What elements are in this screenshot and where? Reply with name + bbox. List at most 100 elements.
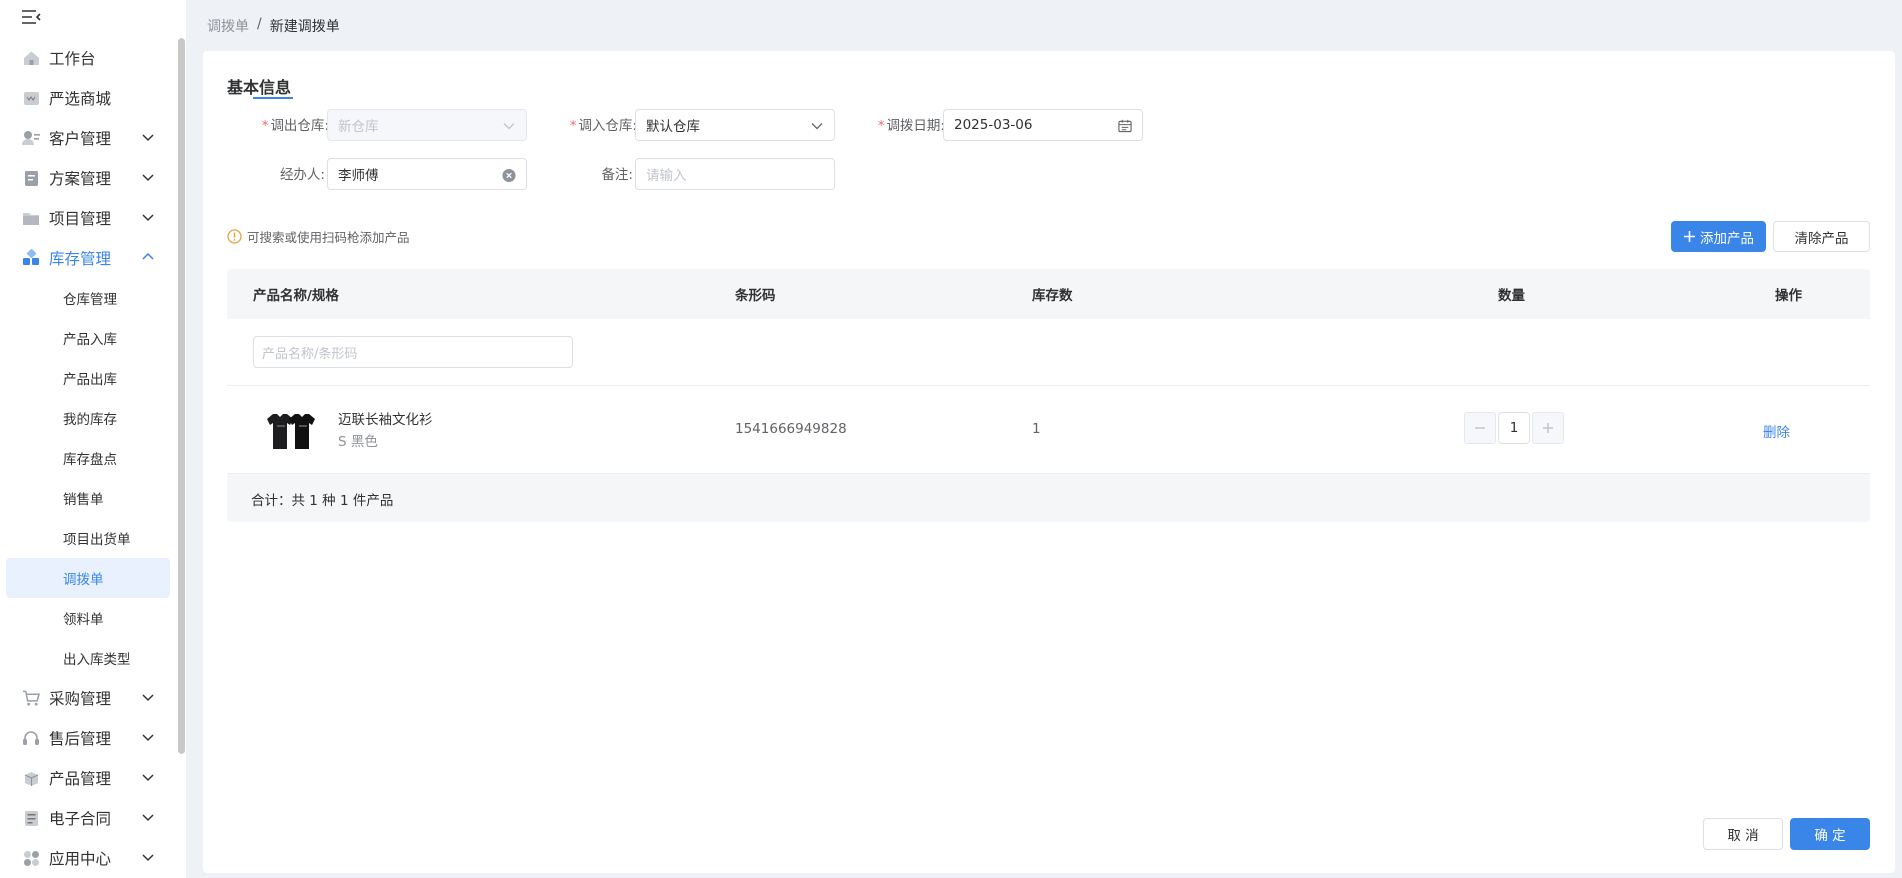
sidebar-subitem-project-shipment[interactable]: 项目出货单 bbox=[0, 518, 176, 558]
out-warehouse-placeholder: 新仓库 bbox=[338, 119, 379, 135]
chevron-down-icon bbox=[142, 174, 154, 182]
out-warehouse-select[interactable]: 新仓库 bbox=[327, 109, 527, 141]
product-stock: 1 bbox=[1032, 421, 1041, 437]
sidebar-item-purchasing[interactable]: 采购管理 bbox=[0, 678, 176, 718]
required-mark: * bbox=[877, 118, 885, 134]
chevron-down-icon bbox=[142, 734, 154, 742]
required-mark: * bbox=[261, 118, 269, 134]
sidebar-item-label: 售后管理 bbox=[49, 730, 112, 748]
clear-products-label: 清除产品 bbox=[1794, 230, 1849, 247]
sidebar-subitem-my-stock[interactable]: 我的库存 bbox=[0, 398, 176, 438]
header-actions: 操作 bbox=[1775, 288, 1802, 304]
cancel-button[interactable]: 取 消 bbox=[1703, 818, 1783, 850]
required-mark: * bbox=[569, 118, 577, 134]
sidebar-subitem-requisition[interactable]: 领料单 bbox=[0, 598, 176, 638]
table-row: 迈联长袖文化衫 S 黑色 1541666949828 1 1 删除 bbox=[227, 386, 1870, 474]
sidebar-item-products[interactable]: 产品管理 bbox=[0, 758, 176, 798]
sidebar-subitem-product-in[interactable]: 产品入库 bbox=[0, 318, 176, 358]
in-warehouse-select[interactable]: 默认仓库 bbox=[635, 109, 835, 141]
grid-icon bbox=[22, 249, 40, 267]
contract-icon bbox=[22, 809, 40, 827]
sidebar-item-plans[interactable]: 方案管理 bbox=[0, 158, 176, 198]
out-warehouse-label: * 调出仓库: bbox=[247, 114, 329, 134]
sidebar-scrollbar[interactable] bbox=[178, 38, 185, 754]
chevron-down-icon bbox=[142, 814, 154, 822]
document-icon bbox=[22, 169, 40, 187]
table-header: 产品名称/规格 条形码 库存数 数量 操作 bbox=[227, 269, 1870, 319]
sidebar-subitem-io-types[interactable]: 出入库类型 bbox=[0, 638, 176, 678]
remark-input[interactable]: 请输入 bbox=[635, 158, 835, 190]
quantity-stepper: 1 bbox=[1464, 412, 1564, 444]
chevron-down-icon bbox=[142, 774, 154, 782]
sidebar-item-app-center[interactable]: 应用中心 bbox=[0, 838, 176, 878]
plus-icon bbox=[1684, 231, 1695, 242]
chevron-up-icon bbox=[142, 252, 154, 260]
quantity-input[interactable]: 1 bbox=[1498, 412, 1530, 444]
add-product-label: 添加产品 bbox=[1700, 230, 1754, 247]
sidebar-item-after-sales[interactable]: 售后管理 bbox=[0, 718, 176, 758]
headset-icon bbox=[22, 729, 40, 747]
delete-row-link[interactable]: 删除 bbox=[1763, 421, 1790, 441]
handler-input[interactable]: 李师傅 bbox=[327, 158, 527, 190]
clear-icon[interactable] bbox=[502, 168, 516, 182]
product-search-input[interactable]: 产品名称/条形码 bbox=[253, 336, 573, 368]
sidebar-item-label: 产品管理 bbox=[49, 770, 112, 788]
sidebar-item-label: 项目管理 bbox=[49, 210, 112, 228]
add-product-button[interactable]: 添加产品 bbox=[1671, 221, 1766, 252]
scan-tip: 可搜索或使用扫码枪添加产品 bbox=[227, 227, 410, 246]
menu-collapse-icon[interactable] bbox=[20, 9, 44, 29]
sidebar-item-label: 客户管理 bbox=[49, 130, 112, 148]
warning-icon bbox=[227, 229, 242, 244]
cancel-label: 取 消 bbox=[1727, 828, 1759, 844]
chevron-down-icon bbox=[142, 854, 154, 862]
user-icon bbox=[22, 129, 40, 147]
transfer-date-picker[interactable]: 2025-03-06 bbox=[943, 109, 1143, 141]
decrease-button[interactable] bbox=[1464, 412, 1496, 444]
transfer-date-label: * 调拨日期: bbox=[863, 114, 945, 134]
sidebar-subitem-warehouse[interactable]: 仓库管理 bbox=[0, 278, 176, 318]
sidebar-item-label: 应用中心 bbox=[49, 850, 112, 868]
box-icon bbox=[22, 769, 40, 787]
handler-label: 经办人: bbox=[279, 167, 325, 183]
remark-placeholder: 请输入 bbox=[646, 168, 687, 184]
table-filter-row: 产品名称/条形码 bbox=[227, 319, 1870, 386]
sidebar-item-label: 库存管理 bbox=[49, 250, 112, 268]
table-summary: 合计：共 1 种 1 件产品 bbox=[227, 474, 1870, 522]
sidebar-item-workbench[interactable]: 工作台 bbox=[0, 38, 176, 78]
product-spec: S 黑色 bbox=[338, 434, 378, 450]
sidebar-item-label: 电子合同 bbox=[49, 810, 112, 828]
breadcrumb-current: 新建调拨单 bbox=[269, 19, 340, 35]
sidebar-subitem-product-out[interactable]: 产品出库 bbox=[0, 358, 176, 398]
sidebar-item-label: 严选商城 bbox=[49, 90, 112, 108]
chevron-down-icon bbox=[142, 694, 154, 702]
breadcrumb-parent-link[interactable]: 调拨单 bbox=[207, 16, 249, 36]
confirm-button[interactable]: 确 定 bbox=[1790, 818, 1870, 850]
sidebar-item-inventory[interactable]: 库存管理 bbox=[0, 238, 176, 278]
sidebar-subitem-sales-order[interactable]: 销售单 bbox=[0, 478, 176, 518]
sidebar-item-contracts[interactable]: 电子合同 bbox=[0, 798, 176, 838]
sidebar-subitem-transfer[interactable]: 调拨单 bbox=[6, 558, 170, 598]
increase-button[interactable] bbox=[1532, 412, 1564, 444]
cart-icon bbox=[22, 689, 40, 707]
chevron-down-icon bbox=[142, 134, 154, 142]
clear-products-button[interactable]: 清除产品 bbox=[1773, 221, 1870, 252]
plus-icon bbox=[1543, 423, 1553, 433]
remark-label: 备注: bbox=[601, 167, 633, 183]
calendar-icon bbox=[1118, 119, 1132, 133]
sidebar-nav: 工作台 严选商城 客户管理 方案管理 项目管理 库存管理 仓库管理 产品入库 产 bbox=[0, 38, 176, 878]
apps-icon bbox=[22, 849, 40, 867]
sidebar-item-label: 方案管理 bbox=[49, 170, 112, 188]
chevron-down-icon bbox=[810, 119, 824, 133]
sidebar-item-customers[interactable]: 客户管理 bbox=[0, 118, 176, 158]
breadcrumb-separator: / bbox=[257, 16, 262, 32]
sidebar-item-projects[interactable]: 项目管理 bbox=[0, 198, 176, 238]
transfer-date-label-text: 调拨日期: bbox=[886, 118, 945, 134]
folder-icon bbox=[22, 209, 40, 227]
transfer-date-value: 2025-03-06 bbox=[954, 117, 1033, 133]
sidebar-item-label: 工作台 bbox=[49, 50, 96, 68]
section-title-underline bbox=[253, 97, 293, 99]
sidebar: 工作台 严选商城 客户管理 方案管理 项目管理 库存管理 仓库管理 产品入库 产 bbox=[0, 0, 186, 878]
sidebar-item-mall[interactable]: 严选商城 bbox=[0, 78, 176, 118]
sidebar-subitem-stocktake[interactable]: 库存盘点 bbox=[0, 438, 176, 478]
header-stock: 库存数 bbox=[1032, 288, 1073, 304]
